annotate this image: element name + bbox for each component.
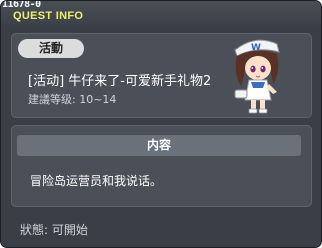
npc-portrait: W	[234, 39, 280, 114]
title-bar[interactable]: 11678-0 QUEST INFO	[1, 0, 321, 25]
quest-content-panel: 内容 冒险岛运营员和我说话。	[11, 125, 312, 207]
content-text: 冒险岛运营员和我说话。	[30, 174, 163, 188]
category-tag: 活動	[18, 39, 84, 58]
quest-info-window: 11678-0 QUEST INFO 活動 [活动] 牛仔来了-可爱新手礼物2 …	[0, 0, 322, 248]
window-title: QUEST INFO	[13, 10, 84, 22]
content-header: 内容	[17, 135, 301, 156]
quest-id: 11678-0	[2, 0, 41, 10]
quest-status: 狀態: 可開始	[20, 223, 88, 237]
quest-name: [活动] 牛仔来了-可爱新手礼物2	[28, 74, 212, 89]
level-requirement: 建議等级: 10~14	[28, 93, 117, 106]
